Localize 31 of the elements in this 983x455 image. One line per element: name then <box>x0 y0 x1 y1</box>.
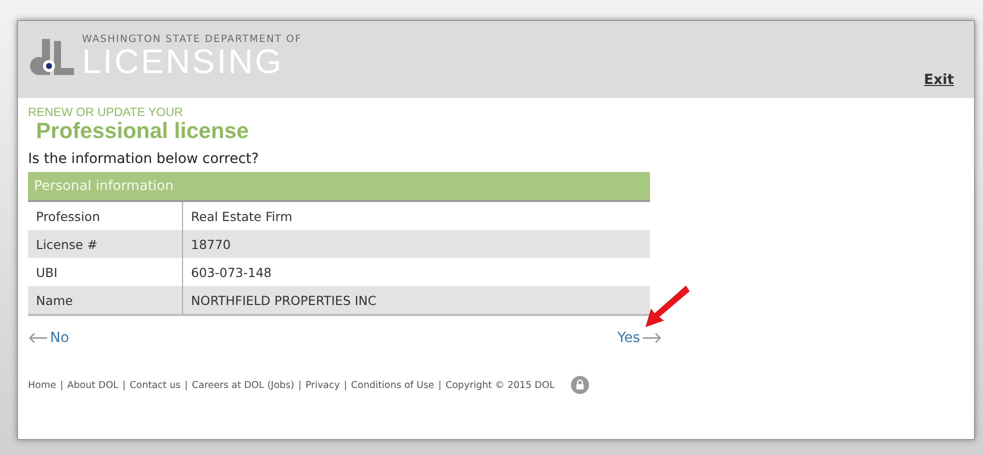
footer-separator: | <box>60 380 64 391</box>
footer-separator: | <box>344 380 348 391</box>
table-cell-text: Real Estate Firm <box>190 208 294 226</box>
dol-logo-icon <box>28 36 76 76</box>
table-cell: License # <box>28 230 183 258</box>
footer-link[interactable]: Conditions of Use <box>351 380 434 391</box>
table-cell: Name <box>28 286 183 314</box>
footer-link[interactable]: Careers at DOL (Jobs) <box>192 380 294 391</box>
footer-link[interactable]: Privacy <box>305 380 340 391</box>
footer-separator: | <box>298 380 302 391</box>
footer-link[interactable]: Contact us <box>130 380 181 391</box>
footer-separator: | <box>184 380 188 391</box>
table-cell-text: NORTHFIELD PROPERTIES INC <box>190 292 378 310</box>
yes-link[interactable]: Yes <box>617 330 662 346</box>
page-title: Professional license <box>36 119 250 144</box>
lock-icon <box>570 376 589 394</box>
left-arrow-icon <box>28 332 48 344</box>
footer-link[interactable]: Home <box>28 380 56 391</box>
table-header: Personal information <box>28 172 650 202</box>
table-cell-text: 603-073-148 <box>190 264 273 282</box>
footer-separator: | <box>122 380 126 391</box>
question-text: Is the information below correct? <box>28 151 260 168</box>
logo-subtitle: WASHINGTON STATE DEPARTMENT OF <box>82 34 302 44</box>
page-kicker: RENEW OR UPDATE YOUR <box>28 105 184 119</box>
footer-link[interactable]: About DOL <box>67 380 118 391</box>
exit-link[interactable]: Exit <box>924 72 954 88</box>
footer-separator: | <box>438 380 442 391</box>
no-link[interactable]: No <box>28 330 70 346</box>
copyright-text: Copyright © 2015 DOL <box>445 380 555 391</box>
table-cell-text: 18770 <box>190 236 232 254</box>
right-arrow-icon <box>642 332 662 344</box>
